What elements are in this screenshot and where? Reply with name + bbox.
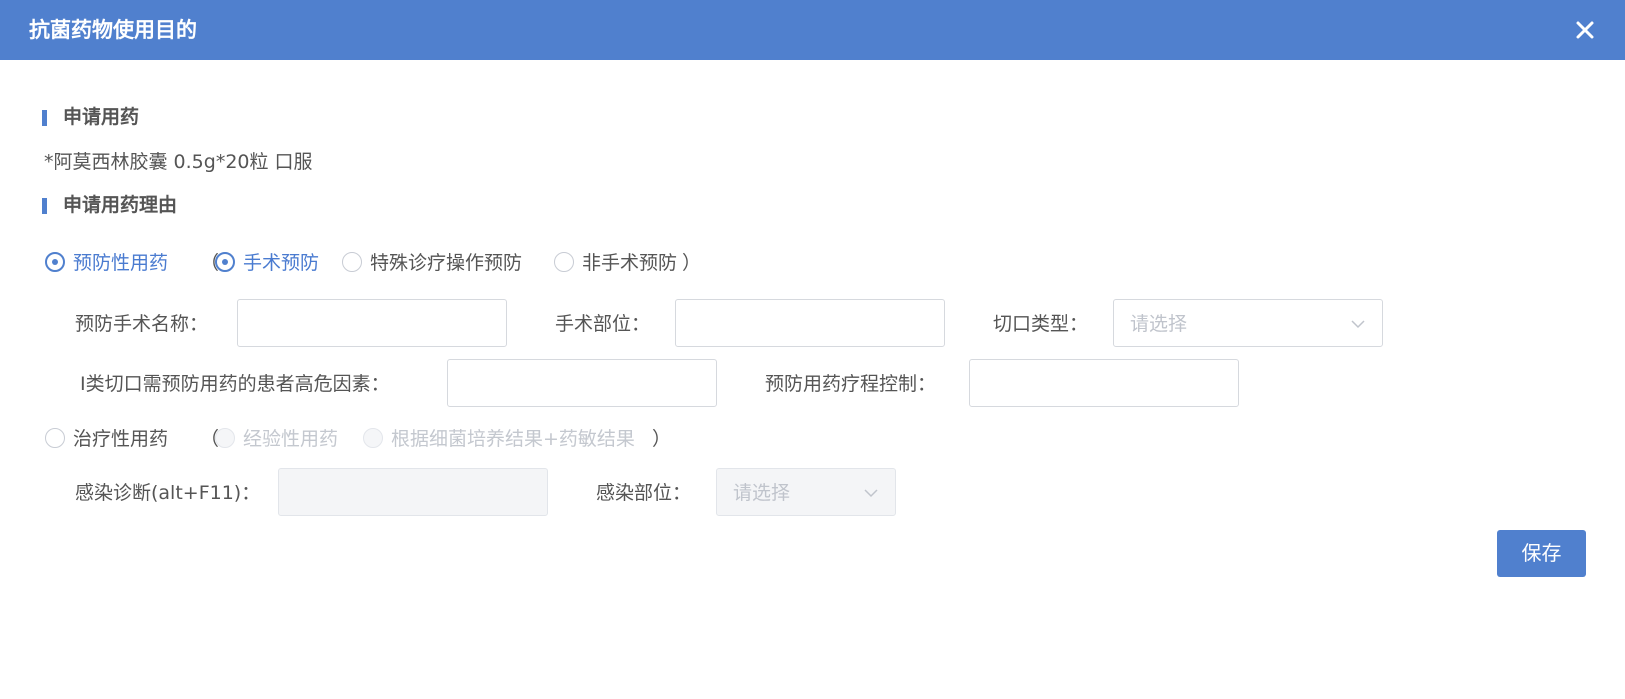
- radio-surgical-prophylaxis[interactable]: [215, 252, 235, 272]
- radio-therapeutic[interactable]: [45, 428, 65, 448]
- surgery-site-input-box: [675, 299, 945, 347]
- surgery-site-input[interactable]: [676, 300, 944, 346]
- surgery-site-label: 手术部位：: [555, 313, 651, 335]
- infection-site-select[interactable]: 请选择: [716, 468, 896, 516]
- label-therapeutic: 治疗性用药: [73, 428, 169, 450]
- label-special-procedure-prophylaxis: 特殊诊疗操作预防: [370, 252, 523, 274]
- label-prophylactic: 预防性用药: [73, 252, 169, 274]
- radio-culture-based[interactable]: [363, 428, 383, 448]
- radio-empirical[interactable]: [215, 428, 235, 448]
- label-non-surgical-prophylaxis: 非手术预防: [582, 252, 678, 274]
- radio-non-surgical-prophylaxis[interactable]: [554, 252, 574, 272]
- section-marker: [42, 110, 47, 126]
- risk-factor-input[interactable]: [448, 360, 716, 406]
- label-culture-based: 根据细菌培养结果+药敏结果: [391, 428, 635, 450]
- course-control-input-box: [969, 359, 1239, 407]
- section-marker: [42, 198, 47, 214]
- chevron-down-icon: [863, 485, 879, 501]
- infection-site-label: 感染部位：: [596, 482, 692, 504]
- radio-prophylactic[interactable]: [45, 252, 65, 272]
- chevron-down-icon: [1350, 316, 1366, 332]
- section-title-apply: 申请用药: [63, 106, 140, 128]
- incision-type-label: 切口类型：: [993, 313, 1089, 335]
- course-control-label: 预防用药疗程控制：: [765, 373, 937, 395]
- label-surgical-prophylaxis: 手术预防: [243, 252, 320, 274]
- surgery-name-input-box: [237, 299, 507, 347]
- diagnosis-label: 感染诊断(alt+F11)：: [75, 482, 261, 504]
- paren-close: ）: [652, 428, 672, 450]
- dialog-title: 抗菌药物使用目的: [29, 18, 197, 42]
- paren-close: ）: [682, 252, 702, 274]
- drug-text: *阿莫西林胶囊 0.5g*20粒 口服: [44, 151, 313, 173]
- diagnosis-input[interactable]: [279, 469, 547, 515]
- course-control-input[interactable]: [970, 360, 1238, 406]
- radio-special-procedure-prophylaxis[interactable]: [342, 252, 362, 272]
- incision-type-placeholder: 请选择: [1130, 313, 1188, 335]
- surgery-name-label: 预防手术名称：: [75, 313, 209, 335]
- surgery-name-input[interactable]: [238, 300, 506, 346]
- label-empirical: 经验性用药: [243, 428, 339, 450]
- close-icon: [1576, 21, 1594, 39]
- risk-factor-input-box: [447, 359, 717, 407]
- save-button[interactable]: 保存: [1497, 530, 1586, 577]
- dialog-header: 抗菌药物使用目的: [0, 0, 1625, 60]
- diagnosis-input-box: [278, 468, 548, 516]
- risk-factor-label: Ⅰ类切口需预防用药的患者高危因素：: [80, 373, 390, 395]
- incision-type-select[interactable]: 请选择: [1113, 299, 1383, 347]
- close-button[interactable]: [1569, 14, 1601, 46]
- section-title-reason: 申请用药理由: [63, 194, 178, 216]
- infection-site-placeholder: 请选择: [733, 482, 791, 504]
